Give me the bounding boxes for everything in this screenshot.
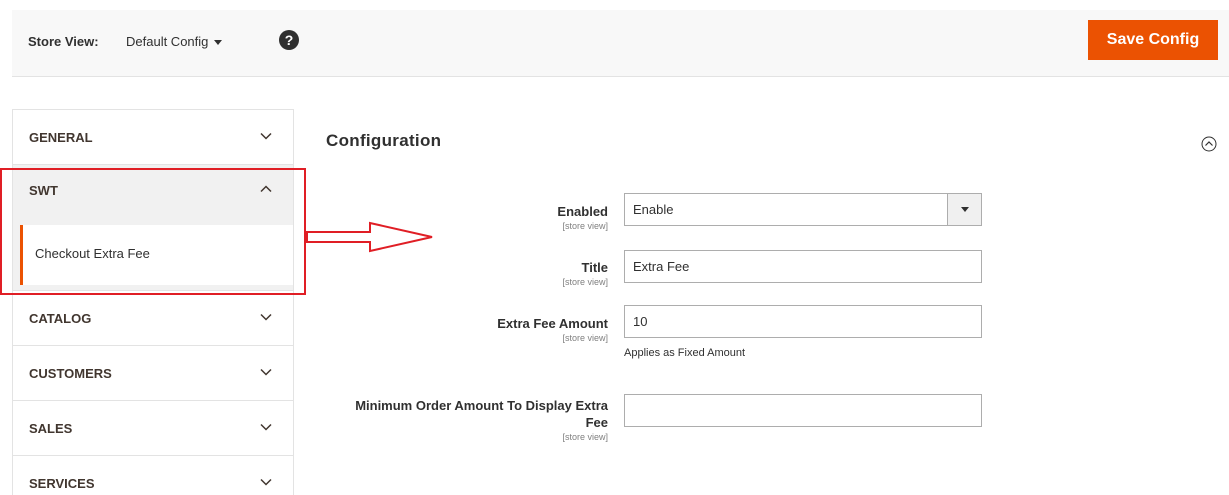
min-order-amount-label-line2: Fee [585, 415, 608, 430]
select-arrow-icon [947, 194, 981, 225]
sidebar-tab-label: SERVICES [29, 476, 95, 491]
min-order-amount-input[interactable] [624, 394, 982, 427]
enabled-label: Enabled [557, 204, 608, 219]
title-input[interactable]: Extra Fee [624, 250, 982, 283]
sidebar-tab-label: CUSTOMERS [29, 366, 112, 381]
min-order-amount-scope: [store view] [562, 432, 608, 442]
chevron-down-icon [260, 368, 272, 376]
chevron-down-icon [260, 423, 272, 431]
sidebar-tab-services[interactable]: SERVICES [12, 455, 294, 495]
title-input-value: Extra Fee [633, 259, 690, 274]
min-order-amount-label-line1: Minimum Order Amount To Display Extra [355, 398, 608, 413]
title-label: Title [581, 260, 609, 275]
store-view-value: Default Config [126, 34, 209, 49]
chevron-down-icon [260, 313, 272, 321]
store-view-switcher[interactable]: Default Config [126, 34, 223, 49]
config-sidebar: GENERAL SWT Checkout Extra Fee CATALOG C… [12, 109, 294, 495]
chevron-down-icon [260, 478, 272, 486]
sidebar-tab-general[interactable]: GENERAL [12, 109, 294, 164]
extra-fee-amount-scope: [store view] [562, 333, 608, 343]
enabled-select-value: Enable [633, 202, 674, 217]
section-title: Configuration [326, 131, 442, 150]
sidebar-tab-catalog[interactable]: CATALOG [12, 290, 294, 345]
annotation-arrow-icon [306, 221, 433, 253]
enabled-scope: [store view] [562, 221, 608, 231]
extra-fee-amount-input[interactable]: 10 [624, 305, 982, 338]
sidebar-tab-label: SALES [29, 421, 73, 436]
title-scope: [store view] [562, 277, 608, 287]
enabled-select[interactable]: Enable [624, 193, 982, 226]
extra-fee-amount-value: 10 [633, 314, 648, 329]
help-icon[interactable]: ? [279, 30, 299, 50]
sidebar-tab-label: CATALOG [29, 311, 92, 326]
caret-down-icon [214, 40, 223, 46]
sidebar-tab-label: GENERAL [29, 130, 93, 145]
sidebar-tab-sales[interactable]: SALES [12, 400, 294, 455]
store-view-label: Store View: [28, 34, 99, 49]
page-actions-bar: Store View: Default Config ? Save Config [12, 10, 1229, 77]
chevron-down-icon [260, 132, 272, 140]
extra-fee-amount-note: Applies as Fixed Amount [624, 347, 746, 359]
extra-fee-amount-label: Extra Fee Amount [497, 316, 608, 331]
sidebar-tab-customers[interactable]: CUSTOMERS [12, 345, 294, 400]
circle-chevron-up-icon[interactable] [1201, 136, 1217, 152]
annotation-highlight-box [0, 168, 306, 295]
save-config-button[interactable]: Save Config [1088, 20, 1218, 60]
